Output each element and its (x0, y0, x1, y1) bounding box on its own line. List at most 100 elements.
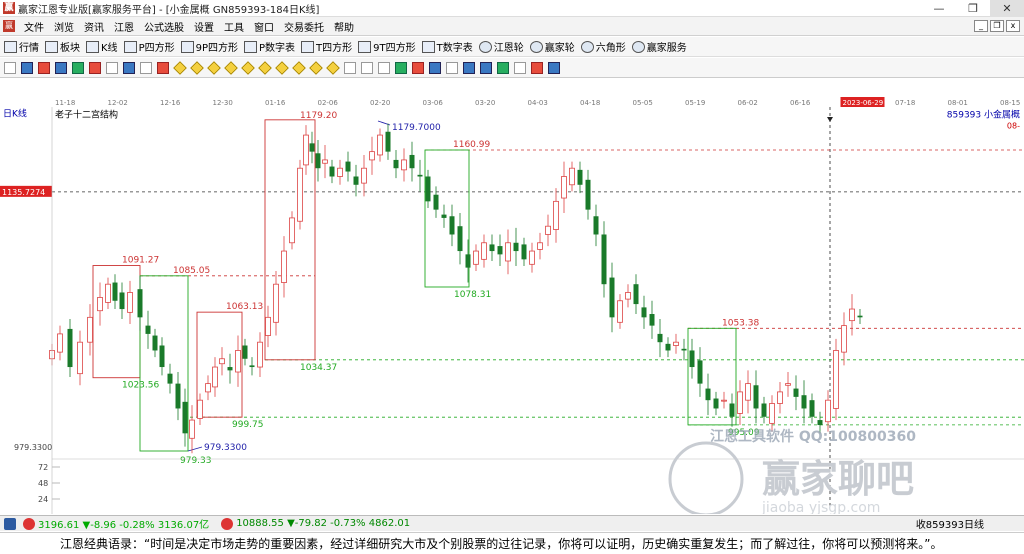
draw-tool-6-icon[interactable] (89, 61, 101, 74)
draw-tool-10-icon[interactable] (157, 61, 169, 74)
kline-button[interactable]: K线 (86, 39, 118, 54)
candle-body (505, 242, 511, 262)
mdi-close-button[interactable]: x (1006, 20, 1020, 32)
grid-icon[interactable] (4, 517, 16, 530)
draw-tool-3-icon[interactable] (38, 61, 50, 74)
level-label: 1053.38 (722, 318, 759, 328)
draw-tool-5-icon[interactable] (72, 61, 84, 74)
box-label: 1023.56 (122, 381, 159, 391)
draw-tool-22-icon[interactable] (361, 61, 373, 74)
menu-gann[interactable]: 江恩 (109, 19, 139, 34)
menu-help[interactable]: 帮助 (329, 19, 359, 34)
draw-tool-24-icon[interactable] (395, 61, 407, 74)
draw-tool-17-icon[interactable] (275, 60, 289, 75)
hexagon-button[interactable]: 六角形 (580, 39, 626, 54)
menu-trade[interactable]: 交易委托 (279, 19, 329, 34)
t-table-button[interactable]: T数字表 (421, 39, 473, 54)
candle-body (67, 328, 73, 368)
menu-file[interactable]: 文件 (19, 19, 49, 34)
draw-tool-8-icon[interactable] (123, 61, 135, 74)
date-label: 03-06 (423, 99, 444, 107)
maximize-button[interactable]: ❐ (956, 0, 990, 17)
draw-tool-28-icon[interactable] (463, 61, 475, 74)
quotes-button[interactable]: 行情 (4, 39, 39, 54)
vol-tick-label: 24 (38, 495, 48, 504)
draw-tool-7-icon[interactable] (106, 61, 118, 74)
candle-body (769, 403, 775, 424)
9t-square-button[interactable]: 9T四方形 (358, 39, 416, 54)
kline-chart[interactable]: 日K线 老子十二宫结构 859393 小金属概08- 1135.7274 1160.99… (0, 107, 1024, 514)
draw-tool-25-icon[interactable] (412, 61, 424, 74)
draw-tool-27-icon[interactable] (446, 61, 458, 74)
candle-body (322, 159, 328, 164)
draw-tool-18-icon[interactable] (292, 60, 306, 75)
draw-tool-26-icon[interactable] (429, 61, 441, 74)
candle-body (297, 167, 303, 222)
draw-tool-2-icon[interactable] (21, 61, 33, 74)
draw-tool-33-icon[interactable] (548, 61, 560, 74)
draw-tool-14-icon[interactable] (224, 60, 238, 75)
draw-tool-21-icon[interactable] (344, 61, 356, 74)
candle-body (377, 134, 383, 156)
candle-body (205, 383, 211, 393)
menu-tools[interactable]: 工具 (219, 19, 249, 34)
sector-button[interactable]: 板块 (45, 39, 80, 54)
menu-info[interactable]: 资讯 (79, 19, 109, 34)
candle-body (729, 403, 735, 417)
gann-wheel-button[interactable]: 江恩轮 (478, 39, 524, 54)
menu-browse[interactable]: 浏览 (49, 19, 79, 34)
t-square-button[interactable]: T四方形 (301, 39, 352, 54)
date-axis: 11-18 12-02 12-16 12-30 01-16 02-06 02-20 03-06… (0, 97, 1024, 107)
draw-tool-32-icon[interactable] (531, 61, 543, 74)
p-table-button[interactable]: P数字表 (244, 39, 295, 54)
draw-tool-30-icon[interactable] (497, 61, 509, 74)
mdi-minimize-button[interactable]: _ (974, 20, 988, 32)
mdi-restore-button[interactable]: ❐ (990, 20, 1004, 32)
candle-body (227, 367, 233, 371)
chart-bg (0, 107, 1024, 514)
menu-settings[interactable]: 设置 (189, 19, 219, 34)
candle-body (441, 214, 447, 218)
candle-body (417, 174, 423, 177)
9p-square-button[interactable]: 9P四方形 (180, 39, 238, 54)
draw-tool-12-icon[interactable] (190, 60, 204, 75)
candle-body (303, 134, 309, 166)
candle-body (457, 226, 463, 252)
draw-tool-16-icon[interactable] (258, 60, 272, 75)
candle-body (857, 315, 863, 318)
draw-tool-9-icon[interactable] (140, 61, 152, 74)
service-button[interactable]: 赢家服务 (631, 39, 687, 54)
date-label: 06-02 (738, 99, 758, 107)
candle-body (561, 176, 567, 199)
candle-body (569, 167, 575, 186)
minimize-button[interactable]: — (922, 0, 956, 17)
candle-body (585, 179, 591, 210)
draw-tool-15-icon[interactable] (241, 60, 255, 75)
date-label: 12-16 (160, 99, 181, 107)
menu-window[interactable]: 窗口 (249, 19, 279, 34)
t-table-icon (421, 40, 435, 53)
p-square-button[interactable]: P四方形 (123, 39, 175, 54)
grid-icon (4, 40, 17, 53)
menu-formula[interactable]: 公式选股 (139, 19, 189, 34)
winner-wheel-button[interactable]: 赢家轮 (529, 39, 575, 54)
draw-tool-23-icon[interactable] (378, 61, 390, 74)
candle-body (537, 242, 543, 250)
status-right: 收859393日线 (915, 520, 984, 531)
candle-body (825, 399, 831, 423)
code-label: 859393 小金属概 (947, 109, 1020, 121)
draw-tool-1-icon[interactable] (4, 61, 16, 74)
draw-tool-29-icon[interactable] (480, 61, 492, 74)
draw-tool-19-icon[interactable] (309, 60, 323, 75)
candle-body (425, 176, 431, 202)
candle-body (433, 194, 439, 210)
candle-body (785, 383, 791, 386)
draw-tool-31-icon[interactable] (514, 61, 526, 74)
draw-tool-4-icon[interactable] (55, 61, 67, 74)
close-button[interactable]: ✕ (990, 0, 1024, 17)
draw-tool-11-icon[interactable] (173, 60, 187, 75)
candle-body (137, 289, 143, 318)
candle-body (97, 297, 103, 312)
draw-tool-20-icon[interactable] (326, 60, 340, 75)
draw-tool-13-icon[interactable] (207, 60, 221, 75)
